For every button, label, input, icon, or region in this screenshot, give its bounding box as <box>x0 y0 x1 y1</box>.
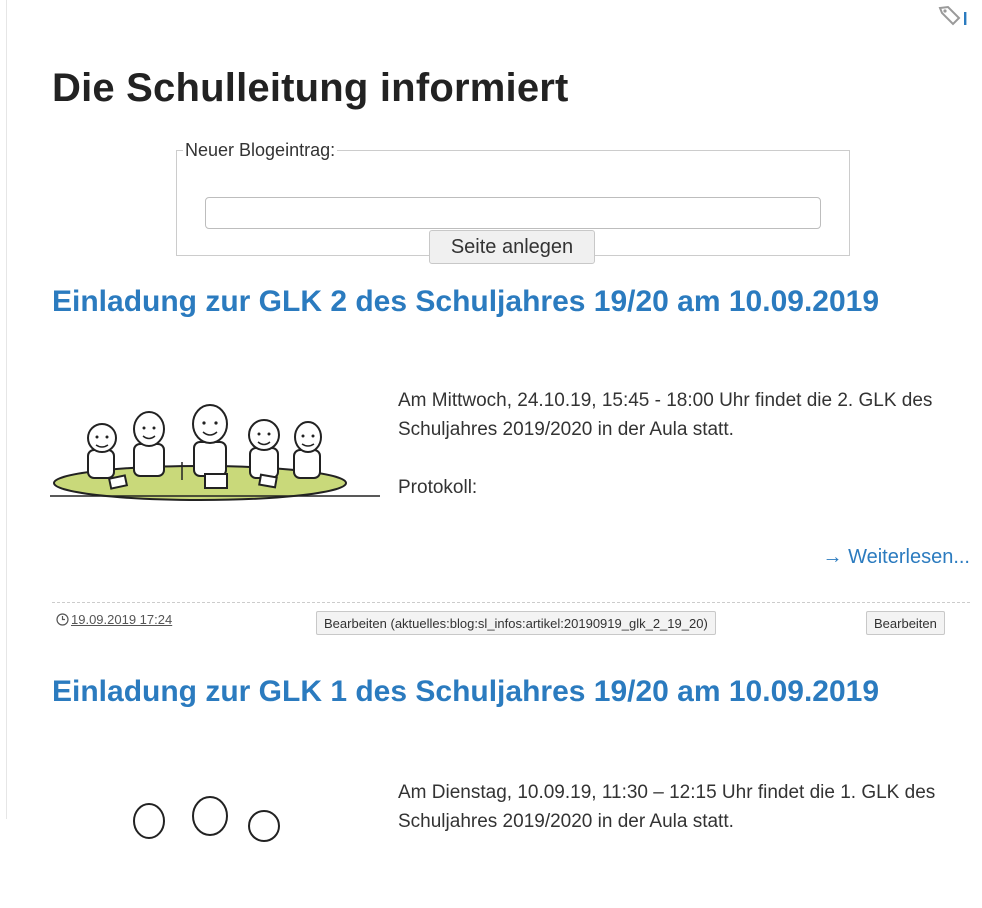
new-entry-input[interactable] <box>205 197 821 229</box>
tag-icon[interactable] <box>936 4 970 26</box>
edit-button[interactable]: Bearbeiten <box>866 611 945 635</box>
new-blog-entry-form: Neuer Blogeintrag: Seite anlegen <box>176 140 850 264</box>
edit-section-button[interactable]: Bearbeiten (aktuelles:blog:sl_infos:arti… <box>316 611 716 635</box>
post-date: 19.09.2019 17:24 <box>56 612 172 627</box>
post-excerpt: Am Mittwoch, 24.10.19, 15:45 - 18:00 Uhr… <box>398 386 978 502</box>
read-more-link[interactable]: → Weiterlesen... <box>823 546 970 569</box>
left-border <box>6 0 7 819</box>
meeting-illustration <box>133 796 280 842</box>
post-title[interactable]: Einladung zur GLK 1 des Schuljahres 19/2… <box>52 672 932 712</box>
create-page-button[interactable]: Seite anlegen <box>429 230 595 264</box>
post-date-link[interactable]: 19.09.2019 17:24 <box>71 612 172 627</box>
post-title[interactable]: Einladung zur GLK 2 des Schuljahres 19/2… <box>52 282 932 322</box>
meeting-illustration <box>50 404 380 501</box>
post-excerpt: Am Dienstag, 10.09.19, 11:30 – 12:15 Uhr… <box>398 778 978 836</box>
new-entry-legend: Neuer Blogeintrag: <box>185 140 336 160</box>
page-title: Die Schulleitung informiert <box>52 66 569 110</box>
post-paragraph: Protokoll: <box>398 477 478 498</box>
post-paragraph: Am Dienstag, 10.09.19, 11:30 – 12:15 Uhr… <box>398 782 936 832</box>
clock-icon <box>56 613 69 626</box>
post-meta-divider <box>52 602 970 603</box>
post-paragraph: Am Mittwoch, 24.10.19, 15:45 - 18:00 Uhr… <box>398 390 933 440</box>
